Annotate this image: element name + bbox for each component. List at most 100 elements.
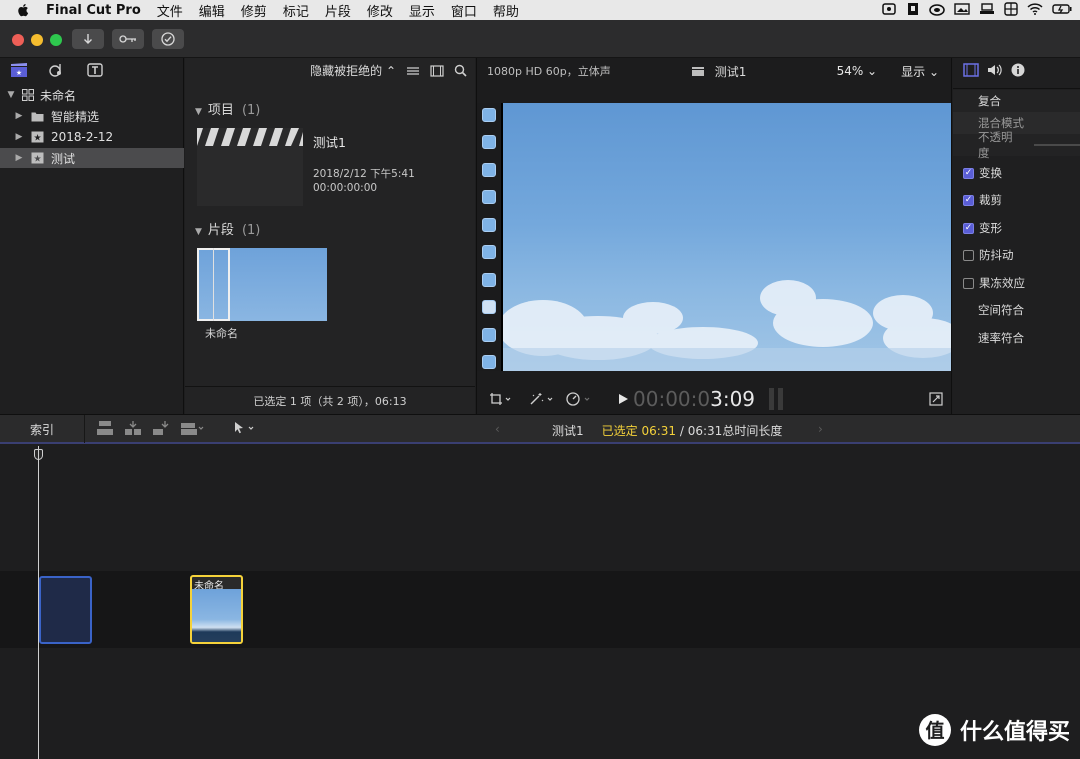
inspector-stabilization-row[interactable]: 防抖动: [953, 244, 1080, 266]
disclosure-open-icon[interactable]: ▼: [195, 227, 202, 237]
insert-clip-icon[interactable]: [124, 420, 142, 436]
crop-checkbox[interactable]: ✓: [963, 194, 974, 206]
menu-trim[interactable]: 修剪: [241, 1, 267, 20]
menu-bar: Final Cut Pro 文件 编辑 修剪 标记 片段 修改 显示 窗口 帮助: [0, 0, 1080, 20]
keywords-button[interactable]: [112, 29, 144, 49]
disclosure-closed-icon[interactable]: ▶: [14, 111, 24, 121]
inspector-crop-row[interactable]: ✓ 裁剪: [953, 189, 1080, 211]
inspector-row-label: 空间符合: [978, 303, 1024, 317]
timecode-display[interactable]: 00:00:03:09: [633, 387, 755, 411]
filter-label: 隐藏被拒绝的: [310, 64, 383, 78]
project-thumbnail[interactable]: [197, 128, 303, 206]
app-status-icon[interactable]: [881, 2, 897, 16]
screenshot-icon[interactable]: [954, 2, 970, 16]
inspector-transform-row[interactable]: ✓ 变换: [953, 162, 1080, 184]
inspector-opacity-row[interactable]: 不透明度: [953, 130, 1080, 160]
minimize-window-button[interactable]: [31, 34, 43, 46]
inspector-distort-row[interactable]: ✓ 变形: [953, 217, 1080, 239]
disclosure-open-icon[interactable]: ▼: [6, 90, 16, 100]
video-inspector-icon[interactable]: [963, 63, 979, 77]
grid-app-icon[interactable]: [1004, 2, 1018, 16]
playhead-line[interactable]: [38, 446, 39, 759]
inspector-rate-conform-row[interactable]: 速率符合: [953, 327, 1080, 349]
sprocket-hole: [482, 273, 496, 287]
distort-checkbox[interactable]: ✓: [963, 222, 974, 234]
timeline-clip-selected[interactable]: 未命名: [190, 575, 243, 644]
viewer-project-name: 测试1: [714, 64, 747, 79]
sprocket-hole: [482, 163, 496, 177]
select-tool-arrow-icon[interactable]: [232, 420, 258, 436]
library-item-smart-collections[interactable]: ▶ 智能精选: [0, 106, 184, 126]
opacity-slider[interactable]: [1034, 144, 1080, 146]
disclosure-closed-icon[interactable]: ▶: [14, 153, 24, 163]
background-tasks-button[interactable]: [152, 29, 184, 49]
star-event-icon: ★: [31, 131, 44, 143]
rolling-shutter-checkbox[interactable]: [963, 277, 974, 289]
battery-icon[interactable]: [1052, 2, 1072, 16]
filmstrip-view-icon[interactable]: [430, 64, 444, 77]
zoom-popup[interactable]: 54% ⌄: [837, 64, 878, 78]
menu-mark[interactable]: 标记: [283, 1, 309, 20]
transform-checkbox[interactable]: ✓: [963, 167, 974, 179]
library-item-event-test[interactable]: ▶ ★ 测试: [0, 148, 184, 168]
fullscreen-icon[interactable]: [929, 392, 943, 406]
zoom-window-button[interactable]: [50, 34, 62, 46]
clips-section-header[interactable]: ▼ 片段 (1): [195, 219, 260, 238]
menu-edit[interactable]: 编辑: [199, 1, 225, 20]
menu-window[interactable]: 窗口: [451, 1, 477, 20]
video-canvas[interactable]: [477, 103, 951, 371]
play-icon[interactable]: [617, 393, 629, 405]
menu-view[interactable]: 显示: [409, 1, 435, 20]
libraries-clapper-icon[interactable]: ★: [10, 62, 28, 78]
library-root-item[interactable]: ▼ 未命名: [0, 85, 184, 105]
timeline-forward-icon[interactable]: ›: [818, 422, 823, 436]
disclosure-closed-icon[interactable]: ▶: [14, 132, 24, 142]
append-clip-icon[interactable]: [152, 420, 170, 436]
disclosure-open-icon[interactable]: ▼: [195, 107, 202, 117]
app-name-menu[interactable]: Final Cut Pro: [46, 3, 141, 18]
display-popup[interactable]: 显示 ⌄: [901, 63, 939, 80]
search-icon[interactable]: [454, 64, 467, 77]
clapper-small-icon: [691, 66, 704, 76]
inspector-rolling-shutter-row[interactable]: 果冻效应: [953, 272, 1080, 294]
sprocket-hole: [482, 108, 496, 122]
download-arrow-icon: [84, 34, 92, 44]
smzdm-logo-icon: 值: [918, 714, 951, 746]
overwrite-clip-icon[interactable]: [180, 420, 206, 436]
menu-clip[interactable]: 片段: [325, 1, 351, 20]
audio-inspector-icon[interactable]: [987, 63, 1003, 77]
inspector-compositing-header[interactable]: 复合: [953, 90, 1080, 112]
menu-file[interactable]: 文件: [157, 1, 183, 20]
titles-generators-icon[interactable]: [86, 62, 104, 78]
clip-filmstrip[interactable]: [197, 248, 327, 321]
clips-title: 片段: [207, 223, 234, 238]
dock-icon[interactable]: [979, 2, 995, 16]
list-view-icon[interactable]: [406, 65, 420, 77]
connect-clip-icon[interactable]: [96, 420, 114, 436]
timeline-index-button[interactable]: 索引: [0, 415, 85, 443]
stabilization-checkbox[interactable]: [963, 249, 974, 261]
import-button[interactable]: [72, 29, 104, 49]
timeline-back-icon[interactable]: ‹: [495, 422, 500, 436]
gap-clip[interactable]: [39, 576, 92, 644]
apple-icon[interactable]: [16, 3, 30, 17]
menu-modify[interactable]: 修改: [367, 1, 393, 20]
photos-audio-icon[interactable]: [48, 62, 66, 78]
library-item-event-2018-2-12[interactable]: ▶ ★ 2018-2-12: [0, 127, 184, 147]
creative-cloud-icon[interactable]: [929, 2, 945, 16]
clip-filter-popup[interactable]: 隐藏被拒绝的 ⌃: [310, 62, 396, 79]
retime-speed-icon[interactable]: [565, 392, 593, 406]
inspector-row-label: 变换: [979, 166, 1002, 180]
menu-help[interactable]: 帮助: [493, 1, 519, 20]
star-event-icon: ★: [31, 152, 44, 164]
timeline[interactable]: 未命名 值 什么值得买: [0, 446, 1080, 759]
enhancements-wand-icon[interactable]: [529, 392, 555, 406]
bookmark-icon[interactable]: [906, 2, 920, 16]
crop-transform-icon[interactable]: [489, 392, 511, 406]
close-window-button[interactable]: [12, 34, 24, 46]
wifi-icon[interactable]: [1027, 2, 1043, 16]
inspector-row-label: 裁剪: [979, 193, 1002, 207]
inspector-spatial-conform-row[interactable]: 空间符合: [953, 299, 1080, 321]
projects-section-header[interactable]: ▼ 项目 (1): [195, 99, 260, 118]
info-icon[interactable]: [1011, 63, 1025, 77]
